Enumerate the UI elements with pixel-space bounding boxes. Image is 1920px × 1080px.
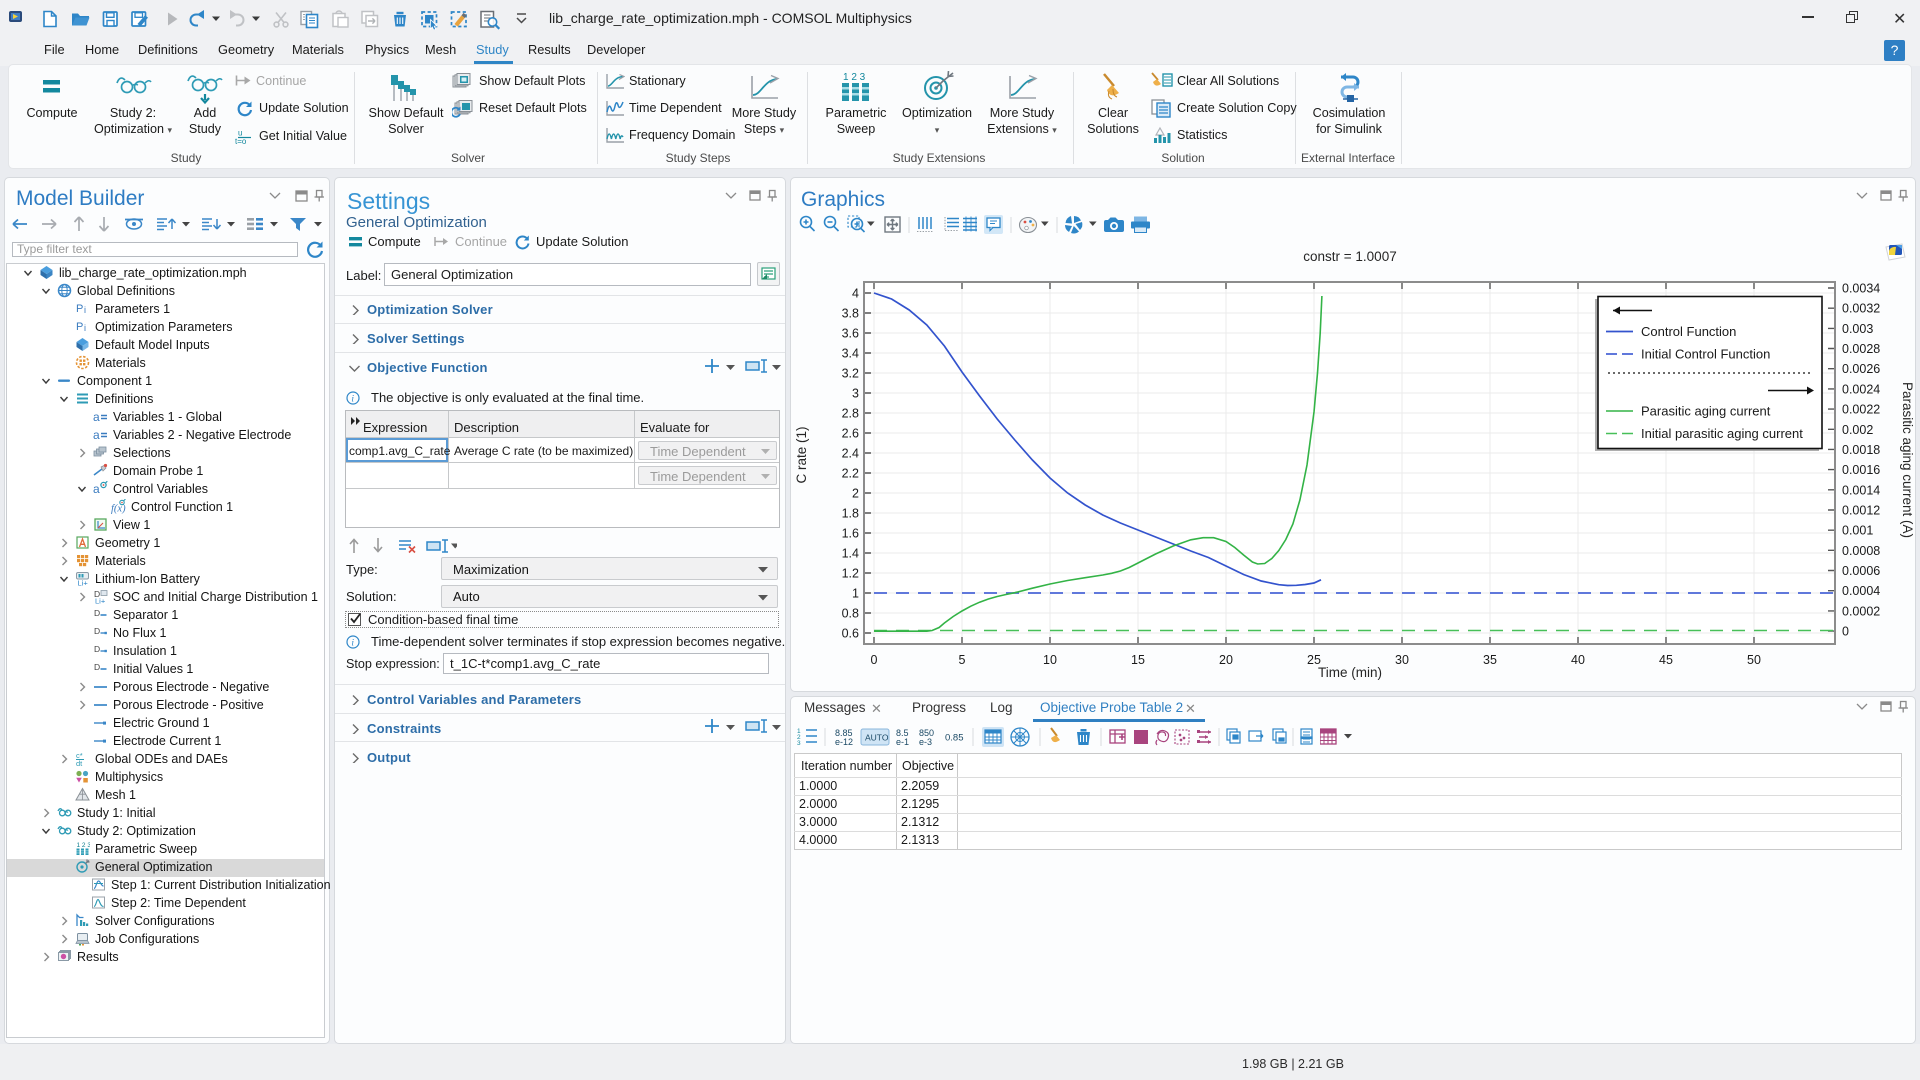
svg-text:Initial parasitic aging curren: Initial parasitic aging current [1641, 426, 1803, 441]
svg-text:0.0016: 0.0016 [1842, 463, 1880, 477]
svg-text:0.002: 0.002 [1842, 423, 1873, 437]
svg-text:0: 0 [1842, 625, 1849, 639]
svg-text:0.0006: 0.0006 [1842, 564, 1880, 578]
svg-text:0.8: 0.8 [842, 607, 859, 621]
svg-text:2: 2 [852, 487, 859, 501]
svg-text:constr = 1.0007: constr = 1.0007 [1303, 249, 1396, 264]
svg-text:3.4: 3.4 [842, 347, 859, 361]
svg-text:3: 3 [797, 740, 801, 747]
svg-text:i: i [351, 395, 354, 405]
svg-text:Parasitic aging current (A): Parasitic aging current (A) [1900, 382, 1915, 538]
svg-text:e-1: e-1 [896, 737, 909, 747]
svg-text:0.003: 0.003 [1842, 322, 1873, 336]
svg-text:0.85: 0.85 [945, 733, 964, 744]
svg-text:4: 4 [852, 287, 859, 301]
svg-text:0: 0 [871, 653, 878, 667]
svg-text:i: i [351, 639, 354, 649]
svg-text:45: 45 [1659, 653, 1673, 667]
svg-text:1: 1 [852, 587, 859, 601]
svg-text:Time (min): Time (min) [1318, 665, 1382, 680]
svg-text:1.2: 1.2 [842, 567, 859, 581]
svg-text:e-12: e-12 [835, 737, 853, 747]
svg-text:C rate (1): C rate (1) [794, 426, 809, 483]
svg-text:Parasitic aging current: Parasitic aging current [1641, 404, 1771, 419]
svg-text:2.8: 2.8 [842, 407, 859, 421]
svg-text:0.0022: 0.0022 [1842, 403, 1880, 417]
svg-text:2.4: 2.4 [842, 447, 859, 461]
svg-text:0.0026: 0.0026 [1842, 362, 1880, 376]
svg-text:2.2: 2.2 [842, 467, 859, 481]
svg-text:30: 30 [1395, 653, 1409, 667]
svg-text:35: 35 [1483, 653, 1497, 667]
svg-text:1.4: 1.4 [842, 547, 859, 561]
svg-text:3.6: 3.6 [842, 327, 859, 341]
svg-text:50: 50 [1747, 653, 1761, 667]
svg-text:3.2: 3.2 [842, 367, 859, 381]
svg-text:Control Function: Control Function [1641, 324, 1736, 339]
svg-text:1 2 3: 1 2 3 [843, 72, 866, 83]
svg-text:Initial Control Function: Initial Control Function [1641, 347, 1770, 362]
svg-text:3.8: 3.8 [842, 307, 859, 321]
svg-text:5: 5 [959, 653, 966, 667]
svg-text:t=o: t=o [235, 137, 247, 145]
svg-text:0.0018: 0.0018 [1842, 443, 1880, 457]
svg-text:0.0034: 0.0034 [1842, 282, 1880, 296]
svg-text:15: 15 [1131, 653, 1145, 667]
svg-text:0.0032: 0.0032 [1842, 302, 1880, 316]
svg-text:0.0002: 0.0002 [1842, 604, 1880, 618]
svg-text:0.6: 0.6 [842, 627, 859, 641]
svg-text:1.6: 1.6 [842, 527, 859, 541]
svg-text:0.0024: 0.0024 [1842, 382, 1880, 396]
svg-text:e-3: e-3 [919, 737, 932, 747]
svg-text:0.0004: 0.0004 [1842, 584, 1880, 598]
svg-text:3: 3 [852, 387, 859, 401]
svg-text:0.0008: 0.0008 [1842, 544, 1880, 558]
svg-text:0.0012: 0.0012 [1842, 504, 1880, 518]
svg-text:40: 40 [1571, 653, 1585, 667]
svg-text:20: 20 [1219, 653, 1233, 667]
svg-text:10: 10 [1043, 653, 1057, 667]
svg-text:0.0014: 0.0014 [1842, 483, 1880, 497]
svg-text:1.8: 1.8 [842, 507, 859, 521]
svg-text:2.6: 2.6 [842, 427, 859, 441]
svg-text:0.001: 0.001 [1842, 524, 1873, 538]
svg-text:AUTO: AUTO [865, 733, 889, 743]
svg-text:0.0028: 0.0028 [1842, 342, 1880, 356]
